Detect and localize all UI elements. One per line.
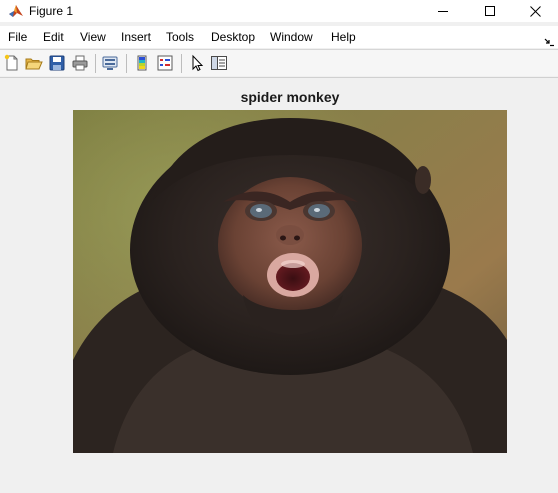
title-bar[interactable]: Figure 1: [0, 0, 558, 22]
menu-file[interactable]: File: [8, 30, 27, 44]
toolbar-separator: [181, 54, 182, 73]
minimize-button[interactable]: [420, 0, 466, 22]
menu-edit[interactable]: Edit: [43, 30, 64, 44]
link-plot-icon[interactable]: [101, 54, 119, 72]
insert-colorbar-icon[interactable]: [133, 54, 151, 72]
maximize-button[interactable]: [467, 0, 513, 22]
axes-title: spider monkey: [240, 89, 340, 105]
minimize-icon: [438, 11, 448, 12]
dock-figure-icon[interactable]: [544, 34, 554, 47]
print-icon[interactable]: [71, 54, 89, 72]
window-title: Figure 1: [29, 4, 74, 18]
menu-help[interactable]: Help: [331, 30, 356, 44]
edit-plot-icon[interactable]: [188, 54, 206, 72]
insert-legend-icon[interactable]: [156, 54, 174, 72]
figure-canvas[interactable]: spider monkey: [0, 78, 558, 493]
menu-window[interactable]: Window: [270, 30, 313, 44]
menu-bar: File Edit View Insert Tools Desktop Wind…: [0, 26, 558, 48]
close-button[interactable]: [512, 0, 558, 22]
open-file-icon[interactable]: [25, 54, 43, 72]
menu-view[interactable]: View: [80, 30, 106, 44]
menu-desktop[interactable]: Desktop: [211, 30, 255, 44]
menu-insert[interactable]: Insert: [121, 30, 151, 44]
close-icon: [529, 5, 541, 17]
menu-tools[interactable]: Tools: [166, 30, 194, 44]
figure-window: Figure 1 File Edit View Insert Tools Des…: [0, 0, 558, 493]
toolbar-separator: [95, 54, 96, 73]
property-inspector-icon[interactable]: [210, 54, 228, 72]
figure-toolbar: [0, 50, 558, 76]
save-icon[interactable]: [48, 54, 66, 72]
spider-monkey-image[interactable]: [73, 110, 507, 453]
maximize-icon: [485, 6, 495, 16]
toolbar-separator: [126, 54, 127, 73]
matlab-logo-icon: [8, 3, 24, 19]
new-figure-icon[interactable]: [3, 54, 21, 72]
